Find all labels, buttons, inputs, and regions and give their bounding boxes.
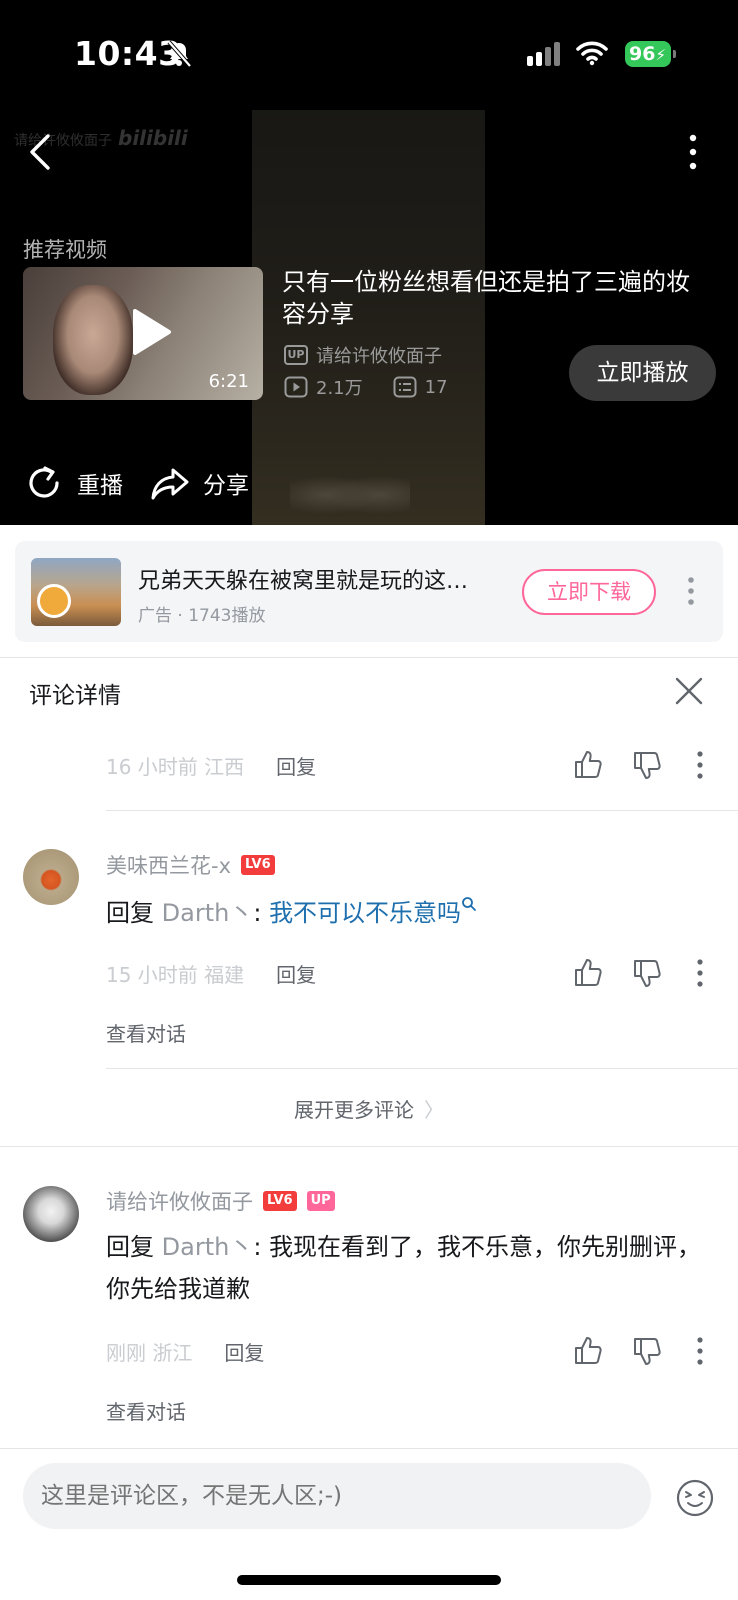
play-now-button[interactable]: 立即播放: [569, 345, 716, 401]
like-icon[interactable]: [573, 957, 603, 987]
ad-meta: 广告 · 1743播放: [138, 606, 266, 626]
dislike-icon[interactable]: [632, 1337, 662, 1367]
ad-thumbnail: [31, 558, 121, 626]
view-conversation-link[interactable]: 查看对话: [106, 1018, 186, 1047]
battery-icon: 96⚡: [625, 41, 676, 67]
comment-username-row: 美味西兰花-x LV6: [106, 850, 275, 880]
reply-to-user[interactable]: Darth丶: [162, 1233, 254, 1261]
battery-level: 96: [629, 43, 656, 65]
reply-prefix: 回复: [106, 899, 154, 927]
close-icon[interactable]: [674, 676, 704, 706]
ad-title[interactable]: 兄弟天天躲在被窝里就是玩的这…: [138, 563, 506, 595]
reply-to-user[interactable]: Darth丶: [162, 899, 254, 927]
comment-search-link[interactable]: 我不可以不乐意吗: [269, 899, 461, 927]
play-count-icon: [284, 376, 308, 398]
home-indicator[interactable]: [237, 1575, 501, 1585]
avatar[interactable]: [23, 1186, 79, 1242]
uploader-name: 请给许攸攸面子: [316, 346, 442, 367]
more-vertical-icon[interactable]: [686, 134, 700, 170]
comment-username-row: 请给许攸攸面子 LV6 UP: [106, 1186, 335, 1216]
search-icon: [462, 897, 476, 911]
danmaku-count-icon: [393, 376, 417, 398]
view-conversation-link[interactable]: 查看对话: [106, 1396, 186, 1425]
replay-button[interactable]: 重播: [77, 466, 123, 500]
up-badge-icon: UP: [284, 345, 308, 365]
download-button[interactable]: 立即下载: [522, 569, 656, 615]
like-icon[interactable]: [573, 749, 603, 779]
play-icon: [133, 309, 171, 355]
level-badge: LV6: [241, 855, 275, 875]
reply-button[interactable]: 回复: [276, 751, 316, 780]
comment-time-location: 15 小时前 福建: [106, 962, 245, 987]
video-duration: 6:21: [208, 371, 249, 392]
expand-label: 展开更多评论: [294, 1098, 414, 1122]
comment-input[interactable]: [23, 1463, 651, 1529]
reply-colon: :: [253, 899, 262, 927]
bell-muted-icon: [167, 40, 192, 68]
comment-username[interactable]: 美味西兰花-x: [106, 850, 231, 880]
video-player[interactable]: 请给许攸攸面子 bilibili 10:43 96⚡ 推荐视频 6:21 只有一…: [0, 0, 738, 525]
ad-card[interactable]: 兄弟天天躲在被窝里就是玩的这… 广告 · 1743播放 立即下载: [15, 541, 723, 642]
danmaku-count: 17: [424, 376, 448, 398]
comment-username[interactable]: 请给许攸攸面子: [106, 1186, 253, 1216]
status-bar: 10:43 96⚡: [0, 0, 738, 100]
recommended-video-uploader[interactable]: UP 请给许攸攸面子: [284, 342, 442, 368]
view-count: 2.1万: [316, 378, 363, 399]
cellular-signal-icon: [527, 42, 560, 66]
recommended-video-thumbnail[interactable]: 6:21: [23, 267, 263, 400]
recommended-video-title[interactable]: 只有一位粉丝想看但还是拍了三遍的妆容分享: [282, 266, 712, 330]
dislike-icon[interactable]: [632, 959, 662, 989]
up-badge: UP: [306, 1191, 335, 1211]
replay-icon[interactable]: [23, 462, 65, 504]
avatar[interactable]: [23, 849, 79, 905]
dislike-icon[interactable]: [632, 751, 662, 781]
ad-more-icon[interactable]: [687, 575, 695, 607]
divider: [0, 657, 738, 658]
comment-more-icon[interactable]: [696, 958, 704, 988]
recommended-video-stats: 2.1万 17: [284, 374, 448, 400]
divider: [0, 1146, 738, 1147]
recommend-label: 推荐视频: [23, 238, 107, 262]
like-icon[interactable]: [573, 1335, 603, 1365]
comment-meta-row: 刚刚 浙江 回复: [106, 1336, 264, 1366]
comment-meta-row: 15 小时前 福建 回复: [106, 958, 316, 988]
comment-time-location: 16 小时前 江西: [106, 754, 245, 779]
reply-button[interactable]: 回复: [276, 959, 316, 988]
reply-colon: :: [253, 1233, 262, 1261]
comment-time-location: 刚刚 浙江: [106, 1340, 193, 1365]
comment-more-icon[interactable]: [696, 750, 704, 780]
level-badge: LV6: [263, 1191, 297, 1211]
emoji-icon[interactable]: [676, 1479, 714, 1517]
comment-more-icon[interactable]: [696, 1336, 704, 1366]
replay-share-row: 重播 分享: [23, 462, 275, 504]
comment-detail-title: 评论详情: [29, 683, 121, 709]
video-frame-detail: [290, 465, 410, 515]
share-icon[interactable]: [149, 462, 191, 504]
comment-text: 回复 Darth丶: 我不可以不乐意吗: [106, 892, 716, 934]
reply-button[interactable]: 回复: [224, 1337, 264, 1366]
wifi-icon: [576, 41, 608, 66]
thumbnail-image: [53, 285, 133, 395]
back-arrow-icon[interactable]: [26, 132, 56, 172]
reply-prefix: 回复: [106, 1233, 154, 1261]
comment-text: 回复 Darth丶: 我现在看到了，我不乐意，你先别删评，你先给我道歉: [106, 1226, 716, 1310]
chevron-right-icon: 〉: [424, 1098, 444, 1122]
charging-bolt-icon: ⚡: [655, 46, 666, 64]
share-button[interactable]: 分享: [203, 466, 249, 500]
expand-more-comments[interactable]: 展开更多评论〉: [0, 1094, 738, 1123]
divider: [106, 1068, 738, 1069]
divider: [106, 810, 738, 811]
comment-meta-row: 16 小时前 江西 回复: [106, 750, 316, 780]
watermark-logo: bilibili: [118, 126, 188, 150]
